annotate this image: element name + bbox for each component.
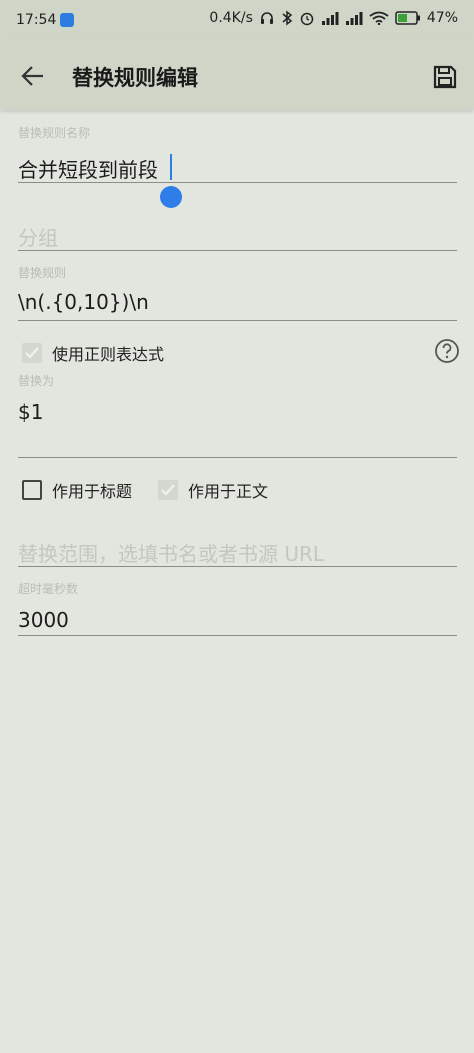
app-bar: 替换规则编辑 xyxy=(0,40,474,110)
bluetooth-icon xyxy=(282,10,293,26)
pattern-label: 替换规则 xyxy=(18,266,67,280)
rule-name-label: 替换规则名称 xyxy=(18,126,91,140)
signal-icon xyxy=(321,12,339,25)
page-title: 替换规则编辑 xyxy=(72,66,198,90)
help-icon xyxy=(435,339,459,363)
timeout-underline xyxy=(18,635,457,636)
text-cursor xyxy=(170,154,172,180)
replacement-value: $1 xyxy=(18,400,44,424)
rule-name-field[interactable]: 替换规则名称 合并短段到前段 xyxy=(18,120,457,184)
back-button[interactable] xyxy=(18,62,48,90)
status-bar: 17:54 0.4K/s 47% xyxy=(0,0,474,40)
check-icon xyxy=(25,347,39,359)
apply-title-option[interactable]: 作用于标题 xyxy=(22,478,132,502)
scope-placeholder: 替换范围，选填书名或者书源 URL xyxy=(18,542,325,566)
pattern-value: \n(.{0,10})\n xyxy=(18,290,149,314)
apply-content-option[interactable]: 作用于正文 xyxy=(158,478,268,502)
alarm-icon xyxy=(300,12,314,26)
use-regex-checkbox[interactable] xyxy=(22,343,42,363)
check-icon xyxy=(161,484,175,496)
battery-icon xyxy=(395,11,420,25)
save-icon xyxy=(433,65,457,89)
group-field[interactable]: 分组 xyxy=(18,212,457,252)
status-time: 17:54 xyxy=(16,12,57,28)
replacement-label: 替换为 xyxy=(18,374,55,388)
timeout-label: 超时毫秒数 xyxy=(18,582,79,596)
save-button[interactable] xyxy=(432,64,458,90)
group-placeholder: 分组 xyxy=(18,226,58,250)
replacement-field[interactable]: 替换为 $1 xyxy=(18,372,457,460)
use-regex-option[interactable]: 使用正则表达式 xyxy=(22,341,164,365)
apply-content-checkbox[interactable] xyxy=(158,480,178,500)
headset-icon xyxy=(260,12,273,24)
scope-underline xyxy=(18,566,457,567)
replacement-underline xyxy=(18,457,457,458)
battery-level: 47% xyxy=(426,10,458,26)
apply-title-label: 作用于标题 xyxy=(52,482,133,501)
app-notification-icon xyxy=(60,13,74,27)
rule-name-value: 合并短段到前段 xyxy=(18,158,158,182)
net-speed: 0.4K/s xyxy=(209,10,253,26)
use-regex-label: 使用正则表达式 xyxy=(52,345,165,364)
apply-title-checkbox[interactable] xyxy=(22,480,42,500)
pattern-field[interactable]: 替换规则 \n(.{0,10})\n xyxy=(18,262,457,322)
arrow-left-icon xyxy=(21,66,43,86)
scope-field[interactable]: 替换范围，选填书名或者书源 URL xyxy=(18,528,457,570)
text-cursor-handle[interactable] xyxy=(160,186,182,208)
hd-signal-icon xyxy=(345,12,363,25)
group-underline xyxy=(18,250,457,251)
timeout-field[interactable]: 超时毫秒数 3000 xyxy=(18,578,457,638)
help-button[interactable] xyxy=(434,338,460,364)
timeout-value: 3000 xyxy=(18,608,69,632)
wifi-icon xyxy=(369,11,389,25)
rule-name-underline xyxy=(18,182,457,183)
apply-content-label: 作用于正文 xyxy=(188,482,269,501)
status-icons: 0.4K/s 47% xyxy=(209,10,458,26)
pattern-underline xyxy=(18,320,457,321)
